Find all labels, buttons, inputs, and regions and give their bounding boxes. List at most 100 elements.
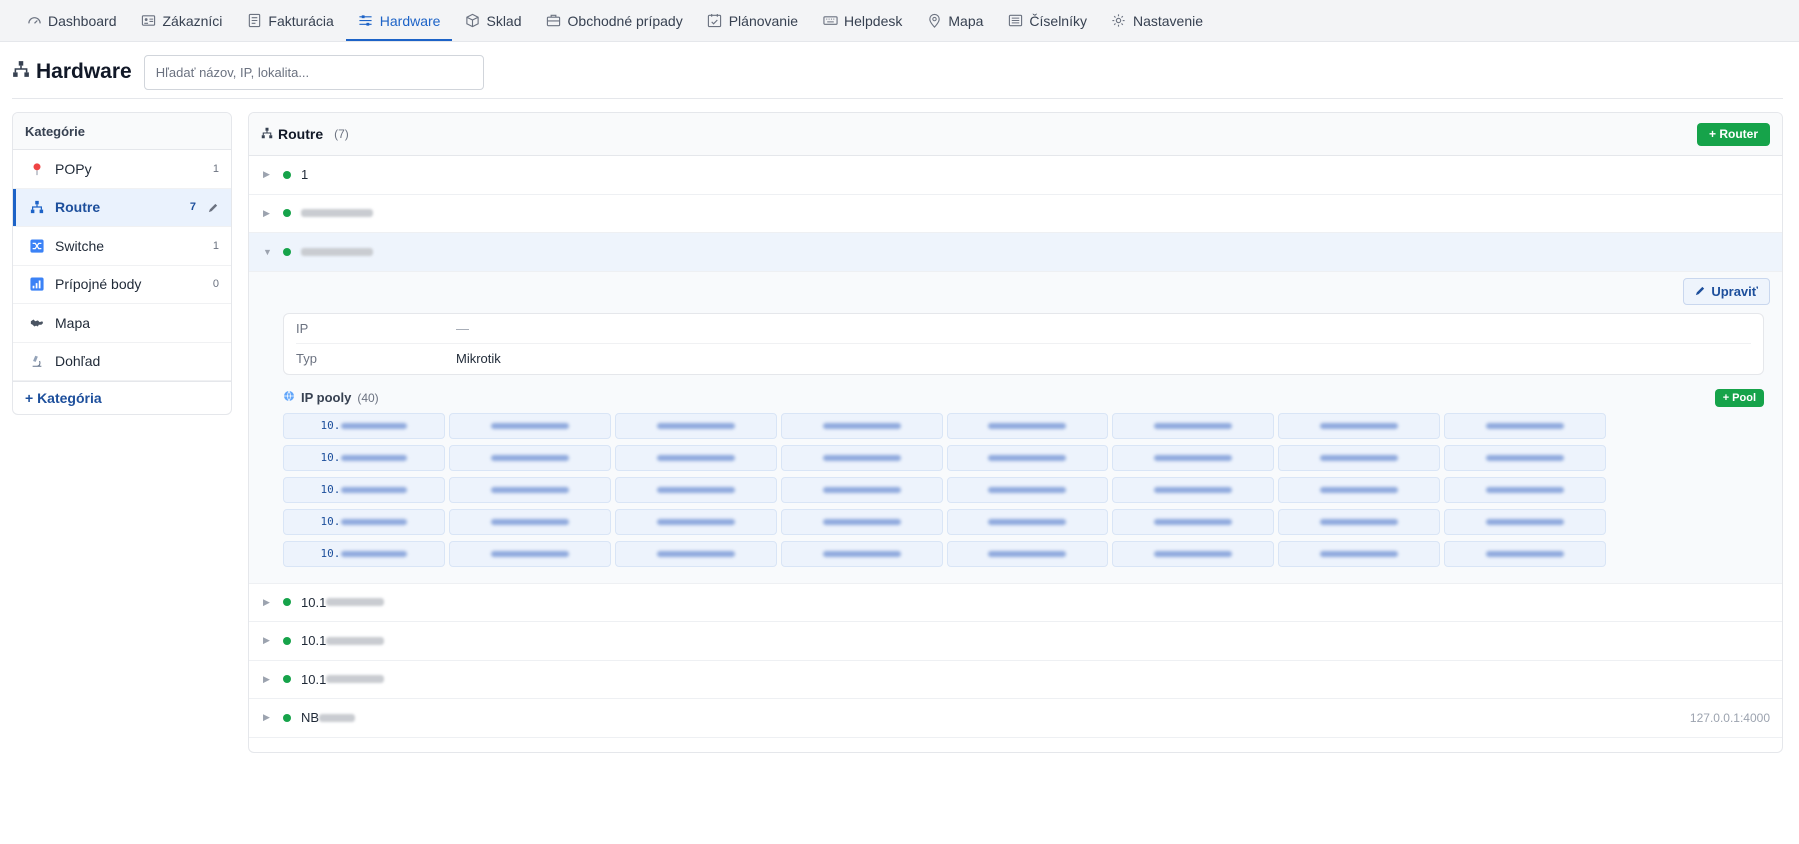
nav-item-dashboard[interactable]: Dashboard	[14, 0, 129, 41]
router-row[interactable]: ▶ 10.1	[249, 622, 1782, 661]
ip-pool-chip[interactable]	[946, 508, 1109, 535]
chevron-right-icon[interactable]: ▶	[263, 712, 273, 723]
ip-pool-chip[interactable]	[1444, 540, 1606, 567]
ip-pool-chip[interactable]	[1112, 540, 1275, 567]
sidebar-item-count: 1	[212, 239, 219, 252]
sidebar-item-mapa[interactable]: Mapa	[13, 304, 231, 343]
ip-pool-chip[interactable]	[780, 444, 943, 471]
chevron-right-icon[interactable]: ▶	[263, 208, 273, 219]
ip-pool-chip[interactable]	[614, 476, 777, 503]
router-info: IP — Typ Mikrotik	[283, 312, 1764, 375]
router-name: 10.1	[301, 633, 327, 649]
sidebar-item-prípojné-body[interactable]: Prípojné body 0	[13, 266, 231, 304]
ip-pool-row: 10.	[283, 444, 1606, 471]
nav-item-číselníky[interactable]: Číselníky	[995, 0, 1099, 41]
gear-icon	[1111, 13, 1127, 29]
add-router-button[interactable]: + Router	[1696, 122, 1770, 146]
router-row[interactable]: ▶	[249, 195, 1782, 233]
ip-pool-chip[interactable]	[448, 476, 611, 503]
router-row[interactable]: ▶ 1	[249, 156, 1782, 195]
sidebar-item-label: Switche	[55, 237, 105, 254]
calendar-check-icon	[707, 13, 723, 29]
pencil-icon[interactable]	[208, 202, 219, 213]
sidebar-item-dohľad[interactable]: Dohľad	[13, 343, 231, 381]
sidebar-item-popy[interactable]: POPy 1	[13, 150, 231, 189]
sidebar-item-routre[interactable]: Routre 7	[13, 188, 231, 227]
ip-pool-chip[interactable]: 10.	[283, 444, 445, 471]
ip-pool-chip[interactable]	[1112, 508, 1275, 535]
ip-pool-chip[interactable]	[1444, 508, 1606, 535]
ip-pool-chip[interactable]	[1112, 444, 1275, 471]
ip-pool-chip[interactable]	[780, 540, 943, 567]
ip-pool-chip[interactable]	[1112, 412, 1275, 439]
ip-pool-chip[interactable]	[1278, 508, 1441, 535]
ip-pool-chip[interactable]	[1278, 412, 1441, 439]
ip-pool-chip[interactable]	[780, 508, 943, 535]
search-input[interactable]	[143, 54, 484, 90]
status-dot	[283, 598, 291, 607]
chevron-right-icon[interactable]: ▶	[263, 169, 273, 180]
ip-pool-chip[interactable]	[448, 540, 611, 567]
sidebar-item-label: Routre	[55, 199, 101, 216]
redacted-text	[1486, 486, 1565, 493]
ip-pool-chip[interactable]	[448, 508, 611, 535]
ip-pool-chip[interactable]	[1444, 412, 1606, 439]
nav-item-plánovanie[interactable]: Plánovanie	[695, 0, 810, 41]
ip-pool-chip[interactable]	[614, 444, 777, 471]
ip-pool-chip[interactable]	[946, 412, 1109, 439]
info-value: Mikrotik	[456, 351, 501, 366]
redacted-text	[822, 550, 901, 557]
ip-pool-chip[interactable]: 10.	[283, 540, 445, 567]
router-row[interactable]: ▼	[249, 233, 1782, 272]
nav-item-helpdesk[interactable]: Helpdesk	[810, 0, 914, 41]
add-pool-button[interactable]: + Pool	[1714, 388, 1764, 407]
chevron-down-icon[interactable]: ▼	[263, 247, 273, 257]
sidebar-item-switche[interactable]: Switche 1	[13, 227, 231, 266]
chevron-right-icon[interactable]: ▶	[263, 597, 273, 608]
nav-item-zákazníci[interactable]: Zákazníci	[129, 0, 235, 41]
ip-pool-chip[interactable]	[946, 476, 1109, 503]
nav-item-obchodné-prípady[interactable]: Obchodné prípady	[534, 0, 695, 41]
ip-pool-row: 10.	[283, 540, 1606, 567]
ip-pool-chip[interactable]	[946, 540, 1109, 567]
redacted-text	[656, 518, 735, 525]
ip-pool-chip[interactable]	[614, 412, 777, 439]
ip-pool-chip[interactable]	[614, 508, 777, 535]
edit-button[interactable]: Upraviť	[1683, 277, 1770, 305]
router-row[interactable]: ▶ 10.1	[249, 584, 1782, 622]
sidebar-item-label: Prípojné body	[55, 276, 142, 293]
ip-pool-chip[interactable]	[448, 444, 611, 471]
ip-pool-chip[interactable]	[1112, 476, 1275, 503]
ip-pool-chip[interactable]	[780, 476, 943, 503]
ip-pool-chip[interactable]	[614, 540, 777, 567]
nav-item-hardware[interactable]: Hardware	[345, 0, 453, 41]
router-row[interactable]: ▶ 10.1	[249, 661, 1782, 699]
redacted-text	[326, 675, 385, 684]
sliders-icon	[358, 13, 374, 29]
ip-pool-chip[interactable]: 10.	[283, 508, 445, 535]
nav-item-sklad[interactable]: Sklad	[452, 0, 533, 41]
ip-pool-chip[interactable]	[946, 444, 1109, 471]
nav-item-label: Fakturácia	[268, 12, 334, 29]
ip-pool-chip[interactable]	[1278, 540, 1441, 567]
nav-item-nastavenie[interactable]: Nastavenie	[1099, 0, 1215, 41]
ip-pool-chip[interactable]	[780, 412, 943, 439]
add-category-button[interactable]: + Kategória	[13, 381, 231, 414]
pencil-icon	[1695, 284, 1706, 299]
ip-pool-chip[interactable]: 10.	[283, 412, 445, 439]
chevron-right-icon[interactable]: ▶	[263, 635, 273, 646]
router-detail: Upraviť IP — Typ Mikrotik IP pooly (40) + Pool 1…	[249, 271, 1782, 584]
chevron-right-icon[interactable]: ▶	[263, 674, 273, 685]
nav-item-mapa[interactable]: Mapa	[914, 0, 995, 41]
nav-item-fakturácia[interactable]: Fakturácia	[234, 0, 345, 41]
ip-pool-chip[interactable]	[1444, 444, 1606, 471]
ip-pool-chip[interactable]	[448, 412, 611, 439]
ip-pool-row: 10.	[283, 476, 1606, 503]
redacted-text	[341, 518, 408, 525]
ip-pool-chip[interactable]: 10.	[283, 476, 445, 503]
page-title: Hardware	[12, 60, 132, 84]
ip-pool-chip[interactable]	[1278, 476, 1441, 503]
ip-pool-chip[interactable]	[1444, 476, 1606, 503]
ip-pool-chip[interactable]	[1278, 444, 1441, 471]
router-row[interactable]: ▶ NB 127.0.0.1:4000	[249, 699, 1782, 738]
